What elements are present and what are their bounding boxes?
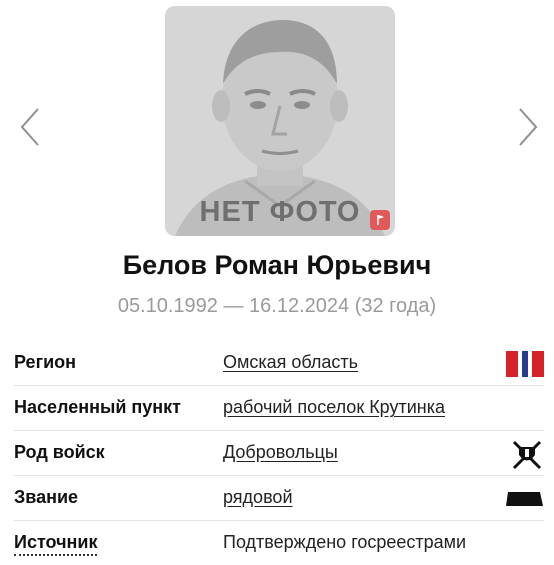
info-row-service-branch: Род войск Добровольцы bbox=[14, 431, 544, 476]
region-flag-icon bbox=[506, 351, 544, 382]
info-table: Регион Омская область Населенный пункт р… bbox=[14, 341, 544, 565]
info-row-rank: Звание рядовой bbox=[14, 476, 544, 521]
row-label: Род войск bbox=[14, 442, 105, 462]
no-photo-label: НЕТ ФОТО bbox=[199, 196, 361, 228]
row-label: Звание bbox=[14, 487, 79, 507]
source-value: Подтверждено госреестрами bbox=[223, 532, 467, 552]
service-branch-link[interactable]: Добровольцы bbox=[223, 442, 338, 463]
crossed-swords-emblem-icon bbox=[510, 438, 544, 475]
info-row-region: Регион Омская область bbox=[14, 341, 544, 386]
settlement-link[interactable]: рабочий поселок Крутинка bbox=[223, 397, 445, 418]
source-label-tooltip[interactable]: Источник bbox=[14, 532, 98, 556]
info-row-settlement: Населенный пункт рабочий поселок Крутинк… bbox=[14, 386, 544, 431]
row-label: Населенный пункт bbox=[14, 397, 182, 417]
rank-link[interactable]: рядовой bbox=[223, 487, 293, 508]
row-label: Регион bbox=[14, 352, 76, 372]
life-dates: 05.10.1992 — 16.12.2024 (32 года) bbox=[117, 295, 437, 317]
portrait-photo: НЕТ ФОТО bbox=[165, 6, 395, 236]
person-name: Белов Роман Юрьевич bbox=[122, 250, 432, 280]
rank-insignia-icon bbox=[506, 490, 544, 513]
info-row-source: Источник Подтверждено госреестрами bbox=[14, 521, 544, 565]
next-arrow-icon[interactable] bbox=[512, 105, 542, 149]
region-link[interactable]: Омская область bbox=[223, 352, 358, 373]
previous-arrow-icon[interactable] bbox=[16, 105, 46, 149]
report-flag-icon[interactable] bbox=[370, 210, 390, 230]
